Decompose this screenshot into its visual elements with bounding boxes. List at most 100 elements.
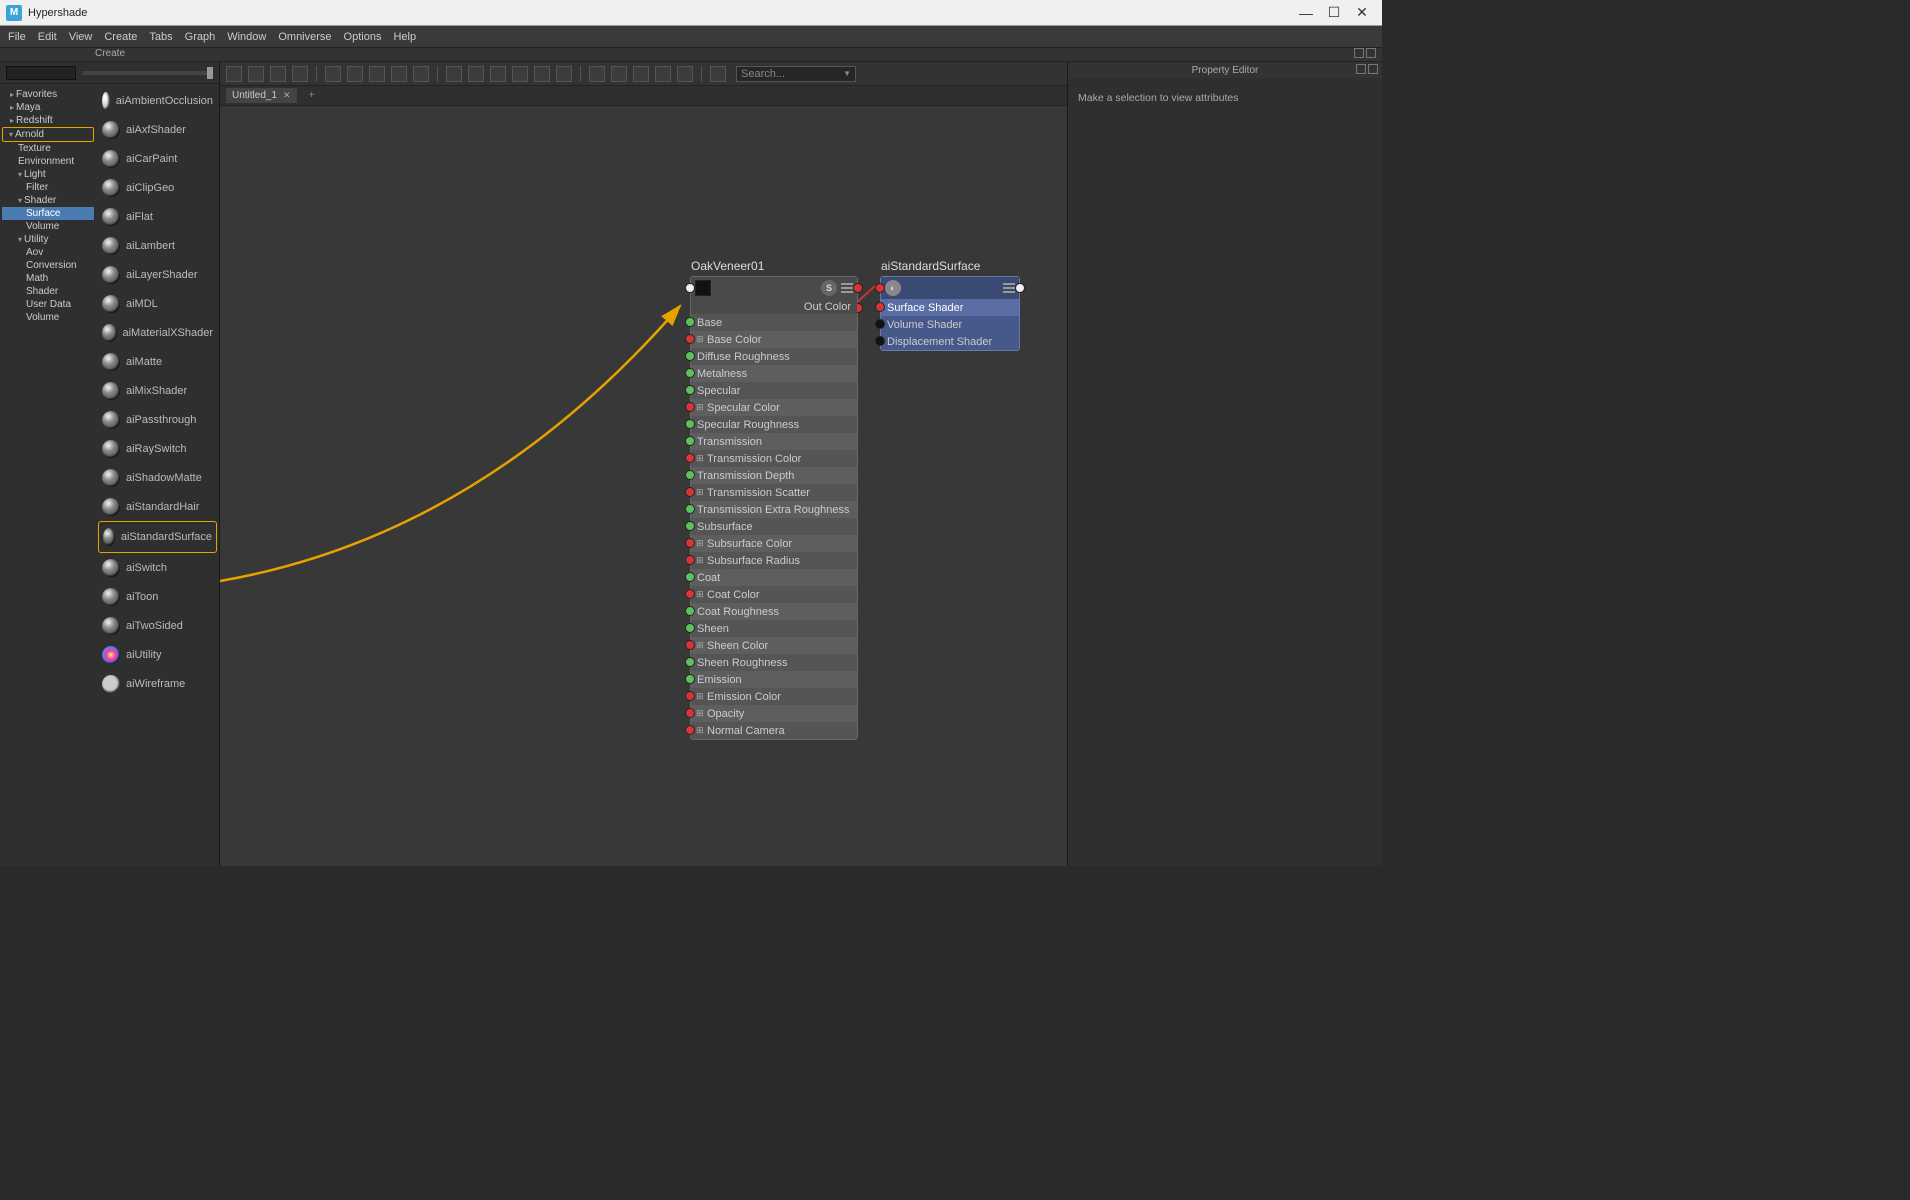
attr-transmission-depth[interactable]: Transmission Depth — [691, 467, 857, 484]
expand-icon[interactable]: ⊞ — [696, 334, 704, 345]
attr-coat-color[interactable]: ⊞Coat Color — [691, 586, 857, 603]
shader-aiswitch[interactable]: aiSwitch — [98, 553, 217, 582]
slot-surface-shader[interactable]: Surface Shader — [881, 299, 1019, 316]
node-header[interactable]: S — [691, 277, 857, 299]
shader-aicarpaint[interactable]: aiCarPaint — [98, 144, 217, 173]
input-port[interactable] — [685, 436, 695, 446]
menu-view[interactable]: View — [69, 31, 93, 43]
menu-file[interactable]: File — [8, 31, 26, 43]
tool-button[interactable] — [468, 66, 484, 82]
shader-ailambert[interactable]: aiLambert — [98, 231, 217, 260]
shader-aimixshader[interactable]: aiMixShader — [98, 376, 217, 405]
shader-airayswitch[interactable]: aiRaySwitch — [98, 434, 217, 463]
minimize-button[interactable]: — — [1292, 5, 1320, 21]
tree-environment[interactable]: Environment — [2, 155, 94, 168]
attr-emission[interactable]: Emission — [691, 671, 857, 688]
expand-icon[interactable]: ⊞ — [696, 725, 704, 736]
input-port[interactable] — [685, 402, 695, 412]
tool-button[interactable] — [369, 66, 385, 82]
node-input-port[interactable] — [875, 283, 885, 293]
attr-base-color[interactable]: ⊞Base Color — [691, 331, 857, 348]
menu-graph[interactable]: Graph — [185, 31, 216, 43]
attr-specular-roughness[interactable]: Specular Roughness — [691, 416, 857, 433]
attr-specular[interactable]: Specular — [691, 382, 857, 399]
graph-tab[interactable]: Untitled_1✕ — [226, 88, 297, 103]
input-port[interactable] — [685, 368, 695, 378]
node-oakveneer[interactable]: OakVeneer01 S Out Color Base⊞Base ColorD… — [690, 276, 858, 740]
tree-shader[interactable]: Shader — [2, 194, 94, 207]
shader-aitoon[interactable]: aiToon — [98, 582, 217, 611]
menu-omniverse[interactable]: Omniverse — [278, 31, 331, 43]
shader-aistandardsurface[interactable]: aiStandardSurface — [98, 521, 217, 553]
input-port[interactable] — [685, 708, 695, 718]
tool-button[interactable] — [589, 66, 605, 82]
expand-icon[interactable]: ⊞ — [696, 402, 704, 413]
shader-aiaxfshader[interactable]: aiAxfShader — [98, 115, 217, 144]
tree-volume[interactable]: Volume — [2, 220, 94, 233]
slot-volume-shader[interactable]: Volume Shader — [881, 316, 1019, 333]
input-port[interactable] — [685, 334, 695, 344]
expand-icon[interactable]: ⊞ — [696, 487, 704, 498]
attr-opacity[interactable]: ⊞Opacity — [691, 705, 857, 722]
input-port[interactable] — [875, 336, 885, 346]
expand-icon[interactable]: ⊞ — [696, 453, 704, 464]
node-header[interactable]: ◐ — [881, 277, 1019, 299]
tree-aov[interactable]: Aov — [2, 246, 94, 259]
shader-aimaterialxshader[interactable]: aiMaterialXShader — [98, 318, 217, 347]
input-port[interactable] — [685, 691, 695, 701]
shader-aishadowmatte[interactable]: aiShadowMatte — [98, 463, 217, 492]
tree-redshift[interactable]: Redshift — [2, 114, 94, 127]
tree-light[interactable]: Light — [2, 168, 94, 181]
input-port[interactable] — [685, 385, 695, 395]
tool-button[interactable] — [413, 66, 429, 82]
attr-base[interactable]: Base — [691, 314, 857, 331]
tool-button[interactable] — [226, 66, 242, 82]
menu-help[interactable]: Help — [393, 31, 416, 43]
tool-button[interactable] — [710, 66, 726, 82]
shader-aiutility[interactable]: aiUtility — [98, 640, 217, 669]
input-port[interactable] — [685, 606, 695, 616]
tree-filter[interactable]: Filter — [2, 181, 94, 194]
tool-button[interactable] — [655, 66, 671, 82]
expand-icon[interactable]: ⊞ — [696, 589, 704, 600]
tree-surface[interactable]: Surface — [2, 207, 94, 220]
input-port[interactable] — [685, 504, 695, 514]
input-port[interactable] — [685, 317, 695, 327]
tool-button[interactable] — [325, 66, 341, 82]
input-port[interactable] — [685, 623, 695, 633]
attr-coat-roughness[interactable]: Coat Roughness — [691, 603, 857, 620]
tool-button[interactable] — [534, 66, 550, 82]
tree-conversion[interactable]: Conversion — [2, 259, 94, 272]
expand-icon[interactable]: ⊞ — [696, 708, 704, 719]
pane-close-icon[interactable] — [1368, 64, 1378, 74]
attr-specular-color[interactable]: ⊞Specular Color — [691, 399, 857, 416]
thumbnail-size-slider[interactable] — [0, 62, 219, 84]
attr-subsurface-color[interactable]: ⊞Subsurface Color — [691, 535, 857, 552]
shader-aiwireframe[interactable]: aiWireframe — [98, 669, 217, 698]
tree-arnold[interactable]: Arnold — [2, 127, 94, 142]
tool-button[interactable] — [611, 66, 627, 82]
attr-sheen-color[interactable]: ⊞Sheen Color — [691, 637, 857, 654]
input-port[interactable] — [685, 674, 695, 684]
attr-normal-camera[interactable]: ⊞Normal Camera — [691, 722, 857, 739]
tool-button[interactable] — [270, 66, 286, 82]
input-port[interactable] — [685, 725, 695, 735]
expand-icon[interactable]: ⊞ — [696, 640, 704, 651]
add-tab-button[interactable]: + — [303, 88, 321, 103]
attr-transmission-scatter[interactable]: ⊞Transmission Scatter — [691, 484, 857, 501]
tree-volume[interactable]: Volume — [2, 311, 94, 324]
tree-texture[interactable]: Texture — [2, 142, 94, 155]
pane-icon[interactable] — [1354, 48, 1364, 58]
maximize-button[interactable]: ☐ — [1320, 4, 1348, 21]
tool-button[interactable] — [512, 66, 528, 82]
attr-transmission-color[interactable]: ⊞Transmission Color — [691, 450, 857, 467]
tool-button[interactable] — [391, 66, 407, 82]
attr-coat[interactable]: Coat — [691, 569, 857, 586]
shader-aistandardhair[interactable]: aiStandardHair — [98, 492, 217, 521]
menu-window[interactable]: Window — [227, 31, 266, 43]
input-port[interactable] — [685, 640, 695, 650]
tree-favorites[interactable]: Favorites — [2, 88, 94, 101]
attr-metalness[interactable]: Metalness — [691, 365, 857, 382]
attr-subsurface-radius[interactable]: ⊞Subsurface Radius — [691, 552, 857, 569]
node-graph-canvas[interactable]: OakVeneer01 S Out Color Base⊞Base ColorD… — [220, 106, 1067, 866]
